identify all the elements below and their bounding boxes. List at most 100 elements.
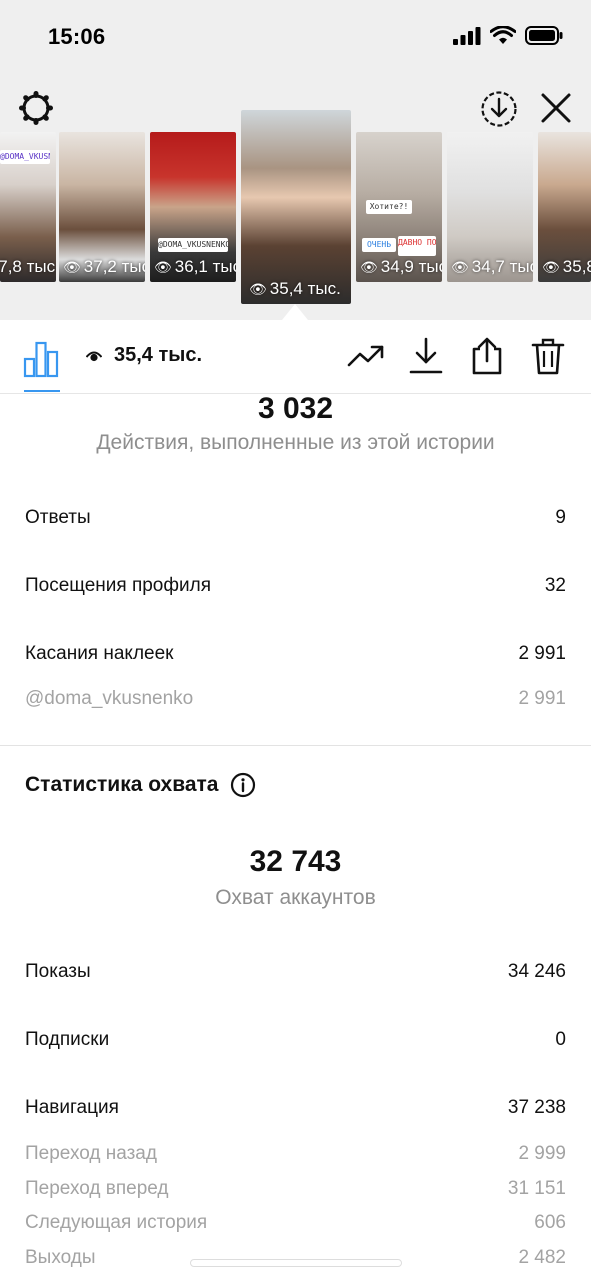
story-views: 👁︎ 34,9 тыс (356, 257, 442, 277)
section-divider (0, 745, 591, 746)
status-icons (453, 26, 563, 45)
story-views: 👁︎ 37,2 тыс (59, 257, 145, 277)
story-thumbnail[interactable]: 👁︎ 34,7 тыс (447, 132, 533, 282)
stat-value: 0 (555, 1029, 566, 1050)
eye-icon: 👁︎ (63, 258, 81, 275)
eye-icon: 👁︎ (249, 280, 267, 297)
stat-row-forward: Переход вперед 31 151 (25, 1178, 566, 1200)
story-views-value: 34,9 тыс (380, 257, 442, 276)
eye-icon: 👁︎ (154, 258, 172, 275)
stat-row-sticker-taps: Касания наклеек 2 991 (25, 643, 566, 665)
stat-label: @doma_vkusnenko (25, 688, 194, 709)
share-button[interactable] (467, 336, 507, 376)
reach-caption: Охват аккаунтов (215, 886, 376, 909)
stat-value: 2 991 (518, 643, 566, 664)
story-poll-option: ОЧЕНЬ (362, 238, 396, 252)
stat-row-navigation: Навигация 37 238 (25, 1097, 566, 1119)
stat-value: 32 (544, 575, 566, 596)
wifi-icon (490, 26, 516, 44)
story-views: 👁︎ 35,4 тыс. (245, 279, 351, 299)
download-button[interactable] (406, 336, 446, 376)
story-thumbnail[interactable]: Хотите?! ОЧЕНЬ ДАВНО ПОРА 👁︎34,9 тыс (356, 132, 442, 282)
story-views-value: 34,7 тыс (471, 257, 533, 276)
stat-label: Следующая история (25, 1212, 208, 1233)
insights-toolbar: 35,4 тыс. (0, 320, 591, 394)
close-icon (541, 93, 571, 123)
stat-value: 2 991 (518, 688, 566, 709)
story-thumbnail-selected[interactable]: 👁︎ 35,4 тыс. (241, 110, 351, 304)
eye-icon: 👁︎ (360, 258, 378, 275)
story-views: 👁︎35,8 тыс (538, 257, 591, 277)
stat-value: 34 246 (507, 961, 566, 982)
story-views-value: 37,2 тыс (83, 257, 145, 276)
story-thumbnail[interactable]: 👁︎ 37,2 тыс (59, 132, 145, 282)
stat-row-impressions: Показы 34 246 (25, 961, 566, 983)
trash-icon (531, 338, 565, 375)
story-thumbnail[interactable]: @DOMA_VKUSNENKO 👁︎37,8 тыс (0, 132, 56, 282)
story-thumbnail[interactable]: 👁︎35,8 тыс (538, 132, 591, 282)
close-button[interactable] (536, 88, 576, 128)
stat-row-follows: Подписки 0 (25, 1029, 566, 1051)
stat-label: Показы (25, 961, 91, 982)
story-views-value: 35,8 тыс (562, 257, 591, 276)
story-views: 👁︎ 36,1 тыс (150, 257, 236, 277)
story-views-value: 37,8 тыс (0, 257, 56, 276)
stat-label: Навигация (25, 1097, 119, 1118)
stat-label: Подписки (25, 1029, 110, 1050)
share-icon (472, 337, 502, 375)
battery-icon (525, 26, 563, 45)
stat-label: Касания наклеек (25, 643, 174, 664)
actions-total: 3 032 (257, 392, 334, 425)
story-poll-option: ДАВНО ПОРА (398, 236, 436, 256)
stat-value: 606 (534, 1212, 566, 1233)
stat-label: Переход вперед (25, 1178, 169, 1199)
stat-value: 9 (555, 507, 566, 528)
story-sticker: @DOMA_VKUSNENKO (0, 150, 50, 164)
save-story-button[interactable] (478, 88, 520, 130)
download-circle-icon (481, 91, 517, 127)
story-views-value: 36,1 тыс (174, 257, 236, 276)
eye-icon: 👁︎ (542, 258, 560, 275)
status-time: 15:06 (48, 24, 106, 49)
home-indicator (190, 1259, 402, 1267)
story-views-value: 35,4 тыс. (269, 279, 341, 298)
gear-icon (19, 91, 53, 125)
stat-value: 2 482 (518, 1247, 566, 1268)
story-sticker: Хотите?! (366, 200, 412, 214)
stat-row-next-story: Следующая история 606 (25, 1212, 566, 1234)
stat-row-mention-sticker: @doma_vkusnenko 2 991 (25, 688, 566, 710)
stat-value: 2 999 (518, 1143, 566, 1164)
stat-label: Посещения профиля (25, 575, 211, 596)
trend-up-icon (347, 345, 384, 367)
story-sticker: @DOMA_VKUSNENKO (158, 238, 228, 252)
views-summary: 35,4 тыс. (86, 344, 202, 367)
cellular-icon (453, 26, 481, 45)
delete-button[interactable] (528, 336, 568, 376)
stat-row-replies: Ответы 9 (25, 507, 566, 529)
story-views: 👁︎37,8 тыс (0, 257, 56, 277)
stat-label: Ответы (25, 507, 91, 528)
stat-row-profile-visits: Посещения профиля 32 (25, 575, 566, 597)
story-header: 15:06 @DOMA_VKUS 7,8 тыс 👁︎ 37,2 тыс @DO… (0, 0, 591, 320)
eye-icon (86, 351, 102, 361)
reach-section-title: Статистика охвата (25, 772, 256, 798)
stat-value: 31 151 (507, 1178, 566, 1199)
info-icon[interactable] (230, 772, 256, 798)
story-thumbnail[interactable]: @DOMA_VKUSNENKO 👁︎ 36,1 тыс (150, 132, 236, 282)
views-count: 35,4 тыс. (114, 344, 203, 366)
bar-chart-icon (23, 341, 59, 378)
reach-total: 32 743 (249, 845, 342, 878)
selection-pointer (282, 304, 308, 320)
stat-label: Выходы (25, 1247, 96, 1268)
download-icon (409, 337, 443, 374)
settings-button[interactable] (16, 88, 56, 128)
tab-insights[interactable] (22, 340, 62, 392)
eye-icon: 👁︎ (451, 258, 469, 275)
stat-label: Переход назад (25, 1143, 157, 1164)
stat-value: 37 238 (507, 1097, 566, 1118)
promote-button[interactable] (346, 336, 386, 376)
actions-caption: Действия, выполненные из этой истории (96, 431, 495, 454)
story-views: 👁︎ 34,7 тыс (447, 257, 533, 277)
stat-row-back: Переход назад 2 999 (25, 1143, 566, 1165)
section-title-text: Статистика охвата (25, 773, 219, 796)
